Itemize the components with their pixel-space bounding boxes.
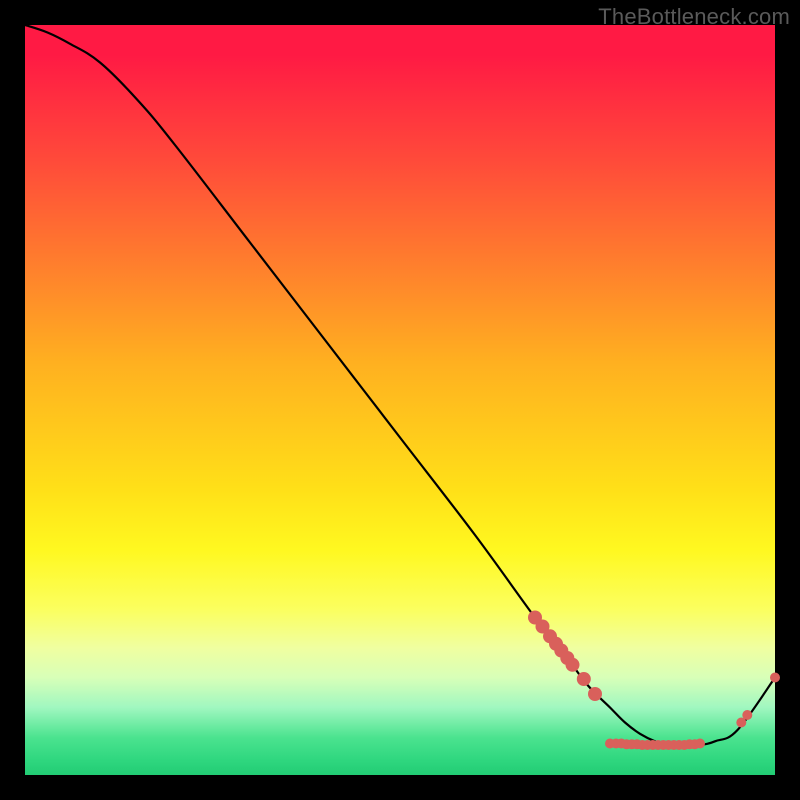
curve-marker	[577, 672, 591, 686]
curve-marker	[770, 673, 780, 683]
curve-marker	[742, 710, 752, 720]
watermark-text: TheBottleneck.com	[598, 4, 790, 30]
curve-marker	[566, 658, 580, 672]
bottleneck-curve	[25, 25, 775, 745]
curve-markers	[528, 611, 780, 751]
curve-marker	[588, 687, 602, 701]
curve-marker	[695, 739, 705, 749]
bottleneck-curve-svg	[25, 25, 775, 775]
chart-plot-area	[25, 25, 775, 775]
